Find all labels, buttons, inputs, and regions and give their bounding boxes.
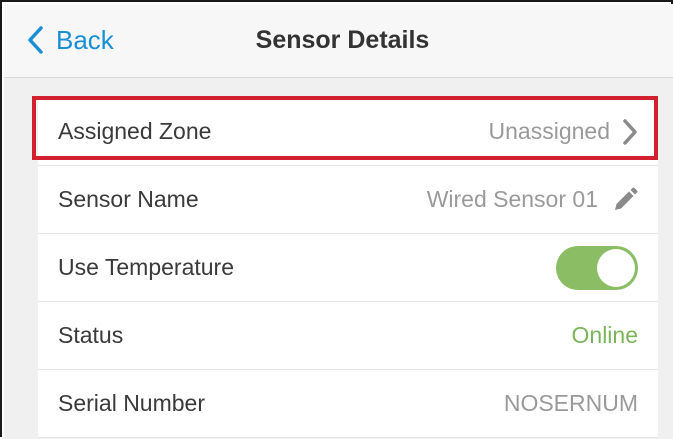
chevron-right-icon	[610, 118, 638, 146]
toggle-knob	[597, 248, 635, 287]
row-label: Status	[58, 322, 124, 348]
app-window: Back Sensor Details Assigned Zone Unassi…	[0, 0, 673, 439]
row-label: Assigned Zone	[58, 118, 212, 144]
pencil-icon[interactable]	[598, 187, 638, 213]
row-label: Use Temperature	[58, 254, 234, 280]
row-label: Serial Number	[58, 390, 205, 416]
serial-number-row: Serial Number NOSERNUM	[38, 370, 658, 438]
content-area: Assigned Zone Unassigned Sensor Name Wir…	[4, 78, 673, 439]
sensor-name-value: Wired Sensor 01	[426, 186, 598, 212]
use-temperature-row: Use Temperature	[38, 234, 658, 302]
status-value: Online	[571, 322, 638, 348]
page-title: Sensor Details	[255, 26, 430, 54]
serial-number-value: NOSERNUM	[503, 390, 638, 416]
row-label: Sensor Name	[58, 186, 199, 212]
use-temperature-toggle[interactable]	[556, 245, 638, 290]
row-value: Wired Sensor 01	[427, 186, 638, 213]
assigned-zone-value: Unassigned	[488, 118, 610, 144]
sensor-name-row[interactable]: Sensor Name Wired Sensor 01	[38, 166, 658, 234]
settings-list: Assigned Zone Unassigned Sensor Name Wir…	[38, 98, 658, 438]
status-row: Status Online	[38, 302, 658, 370]
row-value: Unassigned	[489, 118, 638, 146]
navigation-bar: Back Sensor Details	[4, 4, 673, 78]
assigned-zone-row[interactable]: Assigned Zone Unassigned	[38, 98, 658, 166]
